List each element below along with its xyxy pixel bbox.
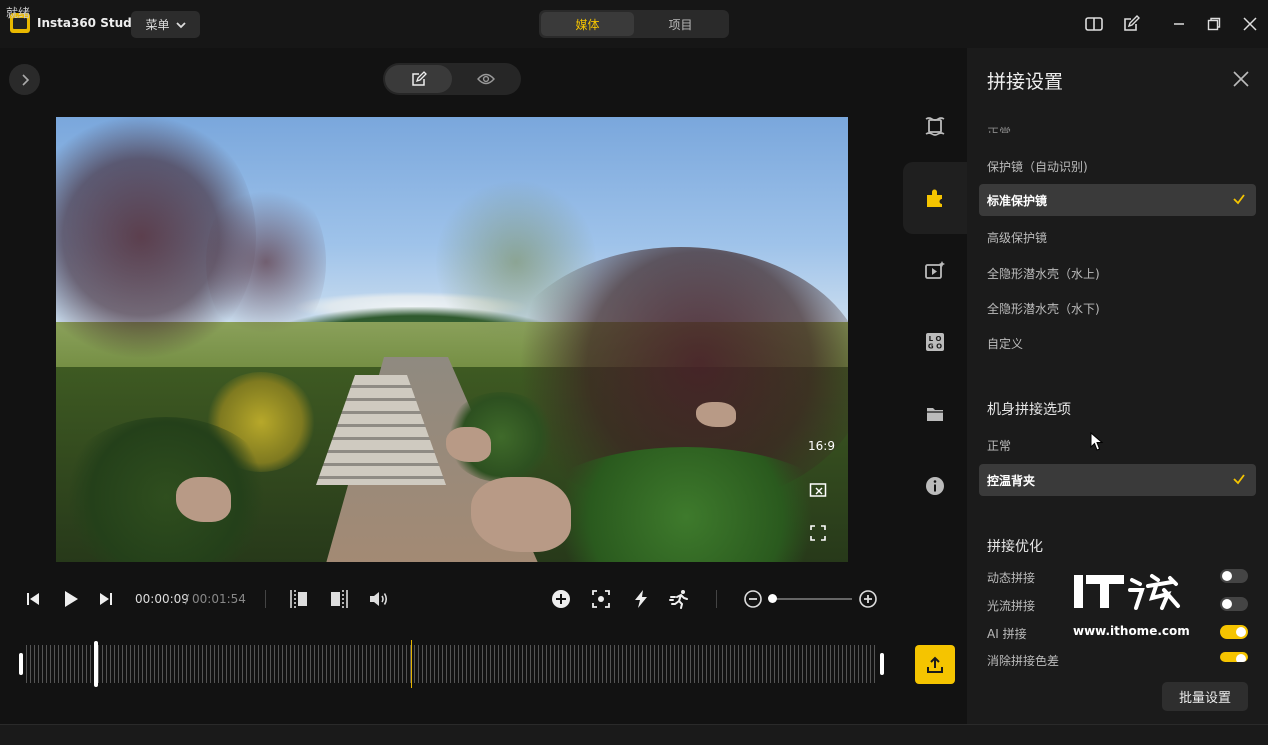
menu-label: 菜单: [145, 18, 170, 32]
timeline[interactable]: [18, 640, 886, 688]
timeline-marker: [411, 640, 412, 688]
lens-option-dive-below[interactable]: 全隐形潜水壳（水下): [987, 300, 1100, 317]
video-preview[interactable]: [56, 117, 848, 562]
playback-controls: 00:00:09 / 00:01:54: [0, 580, 967, 620]
playhead[interactable]: [94, 641, 98, 687]
top-tab-switch: 媒体 项目: [539, 10, 729, 38]
split-view-icon[interactable]: [1084, 14, 1104, 34]
status-text: 就绪: [6, 6, 31, 20]
chevron-right-icon: [21, 73, 29, 86]
minimize-icon[interactable]: [1169, 14, 1189, 34]
speed-lightning-icon[interactable]: [630, 588, 652, 610]
trim-end-handle[interactable]: [880, 653, 884, 675]
skip-next-icon[interactable]: [95, 588, 117, 610]
zoom-slider[interactable]: [772, 598, 852, 600]
color-diff-toggle[interactable]: [1220, 652, 1248, 662]
add-keyframe-icon[interactable]: [550, 588, 572, 610]
preview-mode-button[interactable]: [452, 65, 519, 93]
deep-track-icon[interactable]: [590, 588, 612, 610]
panel-close-icon[interactable]: [1232, 70, 1252, 90]
trim-start-handle[interactable]: [19, 653, 23, 675]
timeline-ticks: [26, 645, 878, 683]
expand-sidebar-button[interactable]: [9, 64, 40, 95]
close-icon[interactable]: [1240, 14, 1260, 34]
edit-icon: [411, 71, 427, 86]
motion-runner-icon[interactable]: [669, 588, 691, 610]
zoom-slider-handle[interactable]: [768, 594, 777, 603]
toggle-label-color-diff: 消除拼接色差: [987, 654, 1060, 666]
menu-button[interactable]: 菜单: [131, 11, 200, 38]
status-bar: [0, 724, 1268, 745]
optical-flow-toggle[interactable]: [1220, 597, 1248, 611]
lens-option-custom[interactable]: 自定义: [987, 335, 1023, 352]
volume-icon[interactable]: [368, 588, 390, 610]
body-stitch-section-title: 机身拼接选项: [987, 402, 1071, 418]
aspect-ratio-button[interactable]: 16:9: [808, 439, 835, 453]
option-label: 控温背夹: [987, 473, 1036, 488]
lens-option-dive-above[interactable]: 全隐形潜水壳（水上): [987, 265, 1100, 282]
trim-start-icon[interactable]: [289, 588, 311, 610]
lens-option-cut[interactable]: 正常: [987, 124, 1011, 133]
chevron-down-icon: [175, 21, 186, 28]
view-mode-switch: [383, 63, 521, 95]
body-option-cooling-clip[interactable]: 控温背夹: [979, 464, 1256, 496]
restore-icon[interactable]: [1204, 14, 1224, 34]
zoom-in-icon[interactable]: [857, 588, 879, 610]
effects-icon[interactable]: [903, 234, 967, 306]
tab-media[interactable]: 媒体: [541, 12, 634, 36]
mouse-cursor: [1090, 432, 1104, 452]
export-button[interactable]: [915, 645, 955, 684]
upload-icon: [927, 656, 943, 673]
eye-icon: [476, 73, 495, 85]
divider: [716, 590, 717, 608]
app-title: Insta360 Studio: [37, 16, 145, 30]
checkmark-icon: [1233, 474, 1245, 485]
toggle-label-ai: AI 拼接: [987, 627, 1027, 641]
play-icon[interactable]: [60, 588, 82, 610]
dynamic-stitch-toggle[interactable]: [1220, 569, 1248, 583]
time-separator: /: [185, 592, 190, 606]
toggle-label-optical-flow: 光流拼接: [987, 599, 1036, 613]
lens-option-premium[interactable]: 高级保护镜: [987, 229, 1047, 246]
stitching-icon[interactable]: [903, 162, 967, 234]
crop-icon[interactable]: [809, 481, 827, 499]
toggle-label-dynamic: 动态拼接: [987, 571, 1036, 585]
edit-note-icon[interactable]: [1121, 14, 1141, 34]
folder-icon[interactable]: [903, 378, 967, 450]
lens-option-standard[interactable]: 标准保护镜: [979, 184, 1256, 216]
tool-strip: L OG O: [903, 90, 967, 520]
body-option-normal[interactable]: 正常: [987, 437, 1011, 454]
diving-icon[interactable]: [903, 90, 967, 162]
zoom-out-icon[interactable]: [742, 588, 764, 610]
info-icon[interactable]: [903, 450, 967, 522]
tab-project[interactable]: 项目: [634, 12, 727, 36]
edit-mode-button[interactable]: [385, 65, 452, 93]
lens-option-auto[interactable]: 保护镜（自动识别): [987, 158, 1088, 175]
svg-text:G O: G O: [928, 343, 942, 351]
stitch-optimize-section-title: 拼接优化: [987, 539, 1043, 555]
stitch-settings-panel: [967, 48, 1268, 724]
checkmark-icon: [1233, 194, 1245, 205]
trim-end-icon[interactable]: [328, 588, 350, 610]
divider: [265, 590, 266, 608]
batch-settings-button[interactable]: 批量设置: [1162, 682, 1248, 711]
fullscreen-icon[interactable]: [809, 524, 827, 542]
ai-stitch-toggle[interactable]: [1220, 625, 1248, 639]
current-time: 00:00:09: [135, 592, 189, 606]
ithome-watermark-url: www.ithome.com: [1073, 624, 1190, 638]
option-label: 标准保护镜: [987, 193, 1048, 208]
panel-title: 拼接设置: [987, 71, 1064, 93]
ithome-watermark-logo: [1072, 572, 1184, 620]
total-time: 00:01:54: [192, 592, 246, 606]
skip-previous-icon[interactable]: [22, 588, 44, 610]
logo-icon[interactable]: L OG O: [903, 306, 967, 378]
